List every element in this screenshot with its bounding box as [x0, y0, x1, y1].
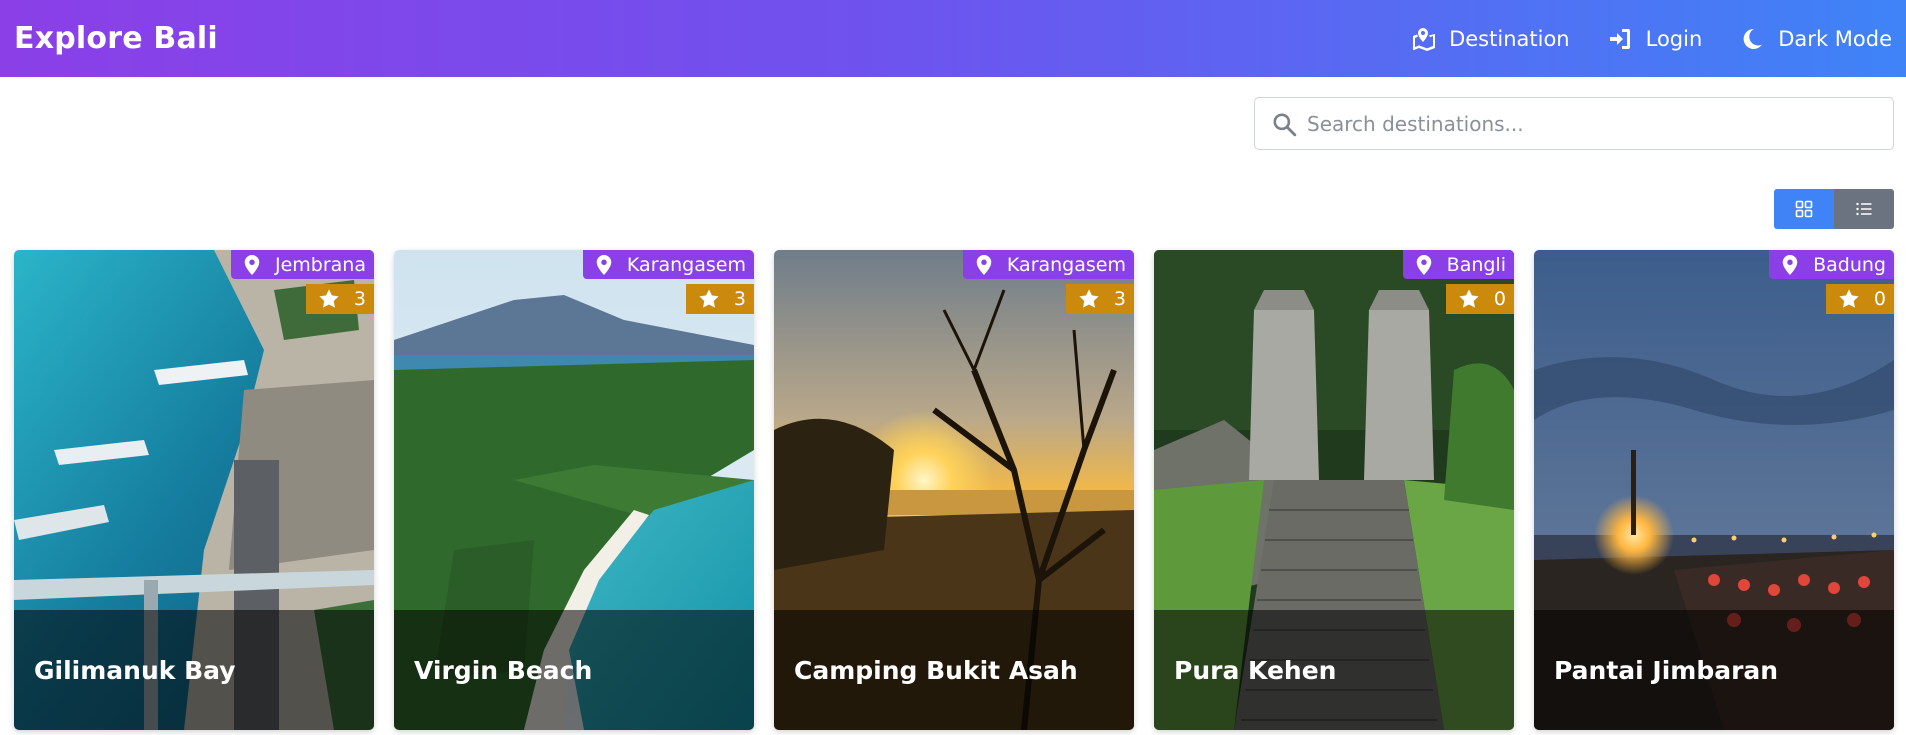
view-toggle	[1774, 189, 1894, 229]
nav-link-label: Destination	[1449, 26, 1570, 51]
rating-badge: 3	[1065, 284, 1134, 314]
map-pin-icon	[1416, 254, 1431, 275]
list-icon	[1856, 202, 1872, 216]
rating-badge: 3	[685, 284, 754, 314]
map-marked-icon	[1413, 27, 1436, 51]
region-badge: Badung	[1769, 250, 1894, 279]
star-icon	[699, 289, 719, 308]
card-caption: Gilimanuk Bay	[14, 610, 374, 730]
list-view-button[interactable]	[1834, 189, 1894, 229]
moon-icon	[1743, 28, 1763, 49]
nav-link-label: Login	[1645, 26, 1703, 51]
navbar: Explore Bali Destination Login Dark Mode	[0, 0, 1906, 77]
card-title: Pantai Jimbaran	[1554, 655, 1779, 685]
card-caption: Camping Bukit Asah	[774, 610, 1134, 730]
star-icon	[319, 289, 339, 308]
destination-card-virgin-beach[interactable]: Karangasem 3 Virgin Beach	[394, 250, 754, 730]
card-title: Pura Kehen	[1174, 655, 1337, 685]
nav-link-login[interactable]: Login	[1608, 26, 1703, 51]
rating-badge: 0	[1445, 284, 1514, 314]
search-icon	[1273, 112, 1297, 136]
card-title: Virgin Beach	[414, 655, 593, 685]
region-badge: Karangasem	[962, 250, 1134, 279]
region-badge: Bangli	[1402, 250, 1514, 279]
map-pin-icon	[976, 254, 992, 275]
region-label: Jembrana	[274, 253, 366, 276]
nav-links: Destination Login Dark Mode	[1411, 27, 1892, 51]
star-icon	[1459, 289, 1479, 308]
rating-value: 0	[1493, 288, 1506, 310]
sign-in-icon	[1609, 28, 1630, 49]
card-caption: Pantai Jimbaran	[1534, 610, 1894, 730]
rating-badge: 0	[1825, 284, 1894, 314]
card-caption: Pura Kehen	[1154, 610, 1514, 730]
destination-card-pura-kehen[interactable]: Bangli 0 Pura Kehen	[1154, 250, 1514, 730]
region-label: Badung	[1813, 253, 1886, 276]
nav-link-label: Dark Mode	[1778, 26, 1892, 51]
region-label: Karangasem	[1006, 253, 1126, 276]
region-badge: Jembrana	[230, 250, 374, 279]
destination-card-camping-bukit-asah[interactable]: Karangasem 3 Camping Bukit Asah	[774, 250, 1134, 730]
rating-value: 3	[733, 288, 746, 310]
rating-badge: 3	[305, 284, 374, 314]
star-icon	[1079, 289, 1099, 308]
brand-logo[interactable]: Explore Bali	[14, 21, 218, 56]
rating-value: 3	[353, 288, 366, 310]
rating-value: 3	[1113, 288, 1126, 310]
card-caption: Virgin Beach	[394, 610, 754, 730]
card-title: Camping Bukit Asah	[794, 655, 1078, 685]
destination-card-pantai-jimbaran[interactable]: Badung 0 Pantai Jimbaran	[1534, 250, 1894, 730]
map-pin-icon	[596, 254, 612, 275]
destination-grid: Jembrana 3 Gilimanuk Bay Karangasem 3 Vi…	[14, 250, 1894, 730]
region-badge: Karangasem	[582, 250, 754, 279]
region-label: Karangasem	[626, 253, 746, 276]
grid-view-button[interactable]	[1774, 189, 1834, 229]
rating-value: 0	[1873, 288, 1886, 310]
map-pin-icon	[1782, 254, 1798, 275]
destination-card-gilimanuk-bay[interactable]: Jembrana 3 Gilimanuk Bay	[14, 250, 374, 730]
card-title: Gilimanuk Bay	[34, 655, 236, 685]
dark-mode-toggle[interactable]: Dark Mode	[1740, 27, 1892, 51]
star-icon	[1839, 289, 1859, 308]
search-box	[1254, 97, 1894, 150]
grid-icon	[1795, 200, 1813, 218]
nav-link-destination[interactable]: Destination	[1411, 27, 1570, 51]
map-pin-icon	[244, 254, 260, 275]
region-label: Bangli	[1446, 253, 1506, 276]
search-input[interactable]	[1307, 98, 1893, 149]
